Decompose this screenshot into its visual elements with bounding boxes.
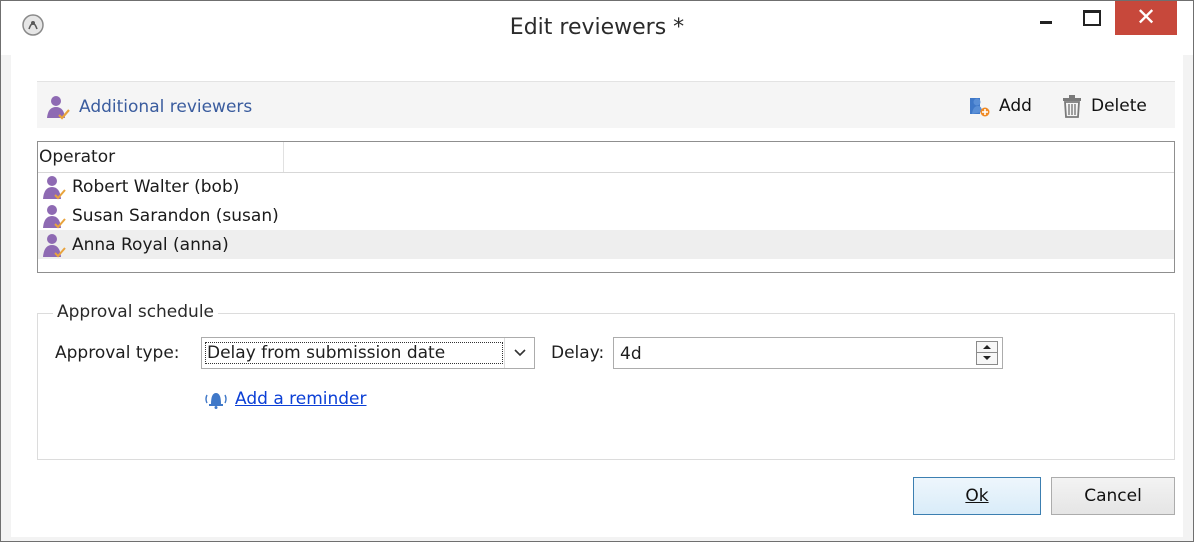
arrow-up-icon xyxy=(983,345,991,349)
list-item-label: Robert Walter (bob) xyxy=(72,176,240,197)
user-check-icon xyxy=(43,233,66,257)
bell-icon xyxy=(205,393,227,409)
approval-schedule-legend: Approval schedule xyxy=(53,302,219,322)
add-button[interactable]: Add xyxy=(967,94,1032,118)
list-item[interactable]: Robert Walter (bob) xyxy=(38,172,1174,201)
user-check-icon xyxy=(43,175,66,199)
arrow-down-icon xyxy=(983,356,991,360)
window-title: Edit reviewers * xyxy=(509,15,685,40)
cancel-label: Cancel xyxy=(1084,486,1142,506)
edit-reviewers-dialog: Edit reviewers * ✕ Additional reviewers xyxy=(0,0,1194,542)
delay-value: 4d xyxy=(620,344,642,364)
user-check-icon xyxy=(47,96,70,120)
ok-label: Ok xyxy=(965,486,989,506)
ok-button[interactable]: Ok xyxy=(913,477,1041,515)
cancel-button[interactable]: Cancel xyxy=(1051,477,1175,515)
trash-icon xyxy=(1063,95,1081,118)
close-button[interactable]: ✕ xyxy=(1115,1,1177,35)
add-reminder-link[interactable]: Add a reminder xyxy=(235,389,367,409)
spin-down-button[interactable] xyxy=(977,353,997,364)
approval-type-label: Approval type: xyxy=(55,343,180,363)
approval-type-value: Delay from submission date xyxy=(205,342,503,364)
toolbar-title: Additional reviewers xyxy=(45,94,252,120)
delete-button[interactable]: Delete xyxy=(1061,94,1147,118)
list-item-label: Susan Sarandon (susan) xyxy=(72,205,279,226)
add-label: Add xyxy=(999,96,1032,116)
column-header-operator[interactable]: Operator xyxy=(38,142,284,172)
add-user-icon xyxy=(970,98,990,117)
delay-spinner[interactable] xyxy=(976,341,998,365)
chevron-down-icon[interactable] xyxy=(504,338,534,368)
maximize-button[interactable] xyxy=(1069,1,1115,35)
minimize-icon xyxy=(1040,21,1052,24)
delay-field[interactable]: 4d xyxy=(613,337,1003,369)
approval-type-select[interactable]: Delay from submission date xyxy=(201,337,535,369)
spin-up-button[interactable] xyxy=(977,342,997,353)
operators-list[interactable]: Operator Robert Walter (bob) Susan Saran… xyxy=(37,141,1175,273)
list-item[interactable]: Susan Sarandon (susan) xyxy=(38,201,1174,230)
list-header: Operator xyxy=(38,142,1174,173)
reviewers-toolbar: Additional reviewers Add Delete xyxy=(37,81,1175,128)
minimize-button[interactable] xyxy=(1023,1,1069,35)
title-bar[interactable]: Edit reviewers * ✕ xyxy=(1,1,1193,55)
delay-label: Delay: xyxy=(551,343,605,363)
toolbar-title-label: Additional reviewers xyxy=(79,97,253,117)
user-check-icon xyxy=(43,204,66,228)
close-icon: ✕ xyxy=(1135,3,1157,31)
list-item-selected[interactable]: Anna Royal (anna) xyxy=(38,230,1174,259)
approval-schedule-group xyxy=(37,313,1175,460)
delete-label: Delete xyxy=(1091,96,1147,116)
maximize-icon xyxy=(1083,10,1101,26)
add-reminder[interactable]: Add a reminder xyxy=(203,389,367,409)
list-item-label: Anna Royal (anna) xyxy=(72,234,229,255)
dialog-content: Additional reviewers Add Delete Operator… xyxy=(11,55,1183,537)
